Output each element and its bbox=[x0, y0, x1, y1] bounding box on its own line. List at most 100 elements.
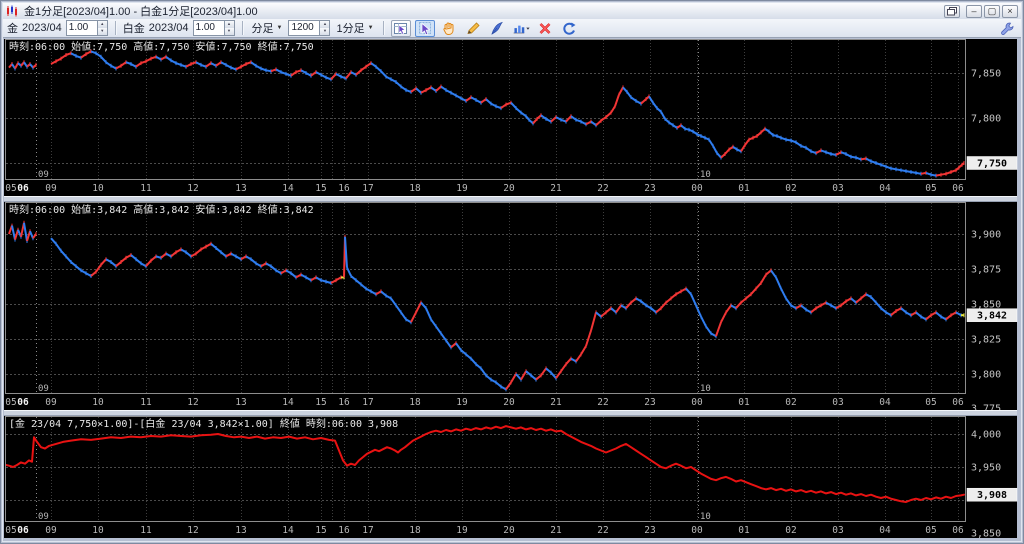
x-axis-label: 20 bbox=[503, 397, 515, 408]
panel-info-line: 時刻:06:00 始値:7,750 高値:7,750 安値:7,750 終値:7… bbox=[9, 40, 314, 53]
x-axis-label: 03 bbox=[832, 397, 843, 408]
x-axis-label: 01 bbox=[738, 397, 750, 408]
delete-x-button[interactable] bbox=[535, 20, 555, 37]
minimize-button[interactable]: – bbox=[966, 4, 982, 18]
pencil-button[interactable] bbox=[463, 20, 483, 37]
platinum-multiplier-spinner[interactable]: 1.00 ▲ ▼ bbox=[192, 20, 235, 36]
title-bar[interactable]: 金1分足[2023/04]1.00 - 白金1分足[2023/04]1.00 –… bbox=[3, 3, 1021, 19]
wrench-settings-button[interactable] bbox=[997, 20, 1017, 37]
candle-segment bbox=[910, 171, 917, 174]
toolbar-separator bbox=[114, 21, 116, 35]
x-axis-label: 06 bbox=[17, 525, 29, 536]
platinum-label: 白金 bbox=[122, 23, 145, 35]
x-axis-label: 05 bbox=[5, 525, 16, 536]
x-axis-label: 14 bbox=[282, 525, 294, 536]
x-axis-label: 12 bbox=[187, 397, 198, 408]
x-axis-label: 01 bbox=[738, 525, 750, 536]
y-axis-label: 4,000 bbox=[971, 430, 1001, 441]
x-axis-label: 06 bbox=[952, 397, 964, 408]
maximize-button[interactable]: ▢ bbox=[984, 4, 1000, 18]
x-axis-label: 02 bbox=[785, 525, 796, 536]
x-axis-label: 21 bbox=[550, 183, 562, 194]
delete-x-icon bbox=[539, 22, 550, 34]
x-axis-label: 20 bbox=[503, 525, 515, 536]
x-axis-label: 00 bbox=[691, 525, 703, 536]
pan-hand-button[interactable] bbox=[439, 20, 459, 37]
candle-segment bbox=[935, 173, 942, 177]
x-axis-label: 15 bbox=[315, 183, 326, 194]
refresh-icon bbox=[562, 22, 576, 35]
candle-segment bbox=[830, 153, 837, 156]
app-window: 金1分足[2023/04]1.00 - 白金1分足[2023/04]1.00 –… bbox=[0, 0, 1024, 544]
x-axis-label: 22 bbox=[597, 525, 608, 536]
x-axis-label: 05 bbox=[5, 183, 16, 194]
new-window-stack-button[interactable] bbox=[944, 4, 960, 18]
chart-pointer-icon bbox=[393, 22, 407, 35]
x-axis-label: 23 bbox=[644, 397, 655, 408]
close-button[interactable]: × bbox=[1002, 4, 1018, 18]
y-axis-label: 3,825 bbox=[971, 335, 1001, 346]
x-axis-label: 12 bbox=[187, 525, 198, 536]
day-label: 09 bbox=[38, 170, 49, 180]
price-badge-value: 3,908 bbox=[977, 490, 1007, 501]
panel-info-line: [金 23/04 7,750×1.00]-[白金 23/04 3,842×1.0… bbox=[9, 417, 398, 430]
x-axis-label: 13 bbox=[235, 183, 246, 194]
gold-multiplier-value: 1.00 bbox=[68, 22, 89, 33]
quill-pen-button[interactable] bbox=[487, 20, 507, 37]
x-axis-label: 16 bbox=[338, 397, 350, 408]
chevron-down-icon: ▼ bbox=[367, 25, 374, 31]
y-axis-label: 3,800 bbox=[971, 370, 1001, 381]
bar-count-spinner[interactable]: 1200 ▲ ▼ bbox=[288, 20, 331, 36]
candle-segment bbox=[860, 157, 867, 161]
x-axis-label: 23 bbox=[644, 525, 655, 536]
toolbar-separator bbox=[241, 21, 243, 35]
y-axis-label: 3,900 bbox=[971, 230, 1001, 241]
x-axis-label: 15 bbox=[315, 525, 326, 536]
x-axis-label: 23 bbox=[644, 183, 655, 194]
x-axis-label: 04 bbox=[879, 183, 891, 194]
platinum-contract-month: 2023/04 bbox=[148, 22, 189, 34]
x-axis-label: 21 bbox=[550, 397, 562, 408]
candle-segment bbox=[895, 168, 902, 172]
x-axis-label: 02 bbox=[785, 397, 796, 408]
x-axis-label: 05 bbox=[5, 397, 16, 408]
panel-splitter[interactable] bbox=[4, 196, 1017, 202]
candle-segment bbox=[325, 280, 332, 284]
timeframe-dropdown-label: 1分足 bbox=[336, 23, 365, 35]
x-axis-label: 03 bbox=[832, 525, 843, 536]
refresh-button[interactable] bbox=[559, 20, 579, 37]
chart-pointer-button[interactable] bbox=[390, 19, 411, 37]
day-label: 10 bbox=[700, 512, 711, 522]
chevron-down-icon: ▼ bbox=[276, 25, 283, 31]
platinum-multiplier-value: 1.00 bbox=[195, 22, 215, 33]
period-dropdown[interactable]: 分足 ▼ bbox=[250, 20, 285, 36]
window-title: 金1分足[2023/04]1.00 - 白金1分足[2023/04]1.00 bbox=[24, 6, 258, 18]
x-axis-label: 10 bbox=[92, 525, 104, 536]
platinum-multiplier-spin-buttons[interactable]: ▲ ▼ bbox=[223, 21, 234, 35]
y-axis-label: 3,950 bbox=[971, 463, 1001, 474]
x-axis-label: 15 bbox=[315, 397, 326, 408]
x-axis-label: 09 bbox=[45, 183, 57, 194]
bar-count-spin-buttons[interactable]: ▲ ▼ bbox=[319, 21, 330, 35]
timeframe-dropdown[interactable]: 1分足 ▼ bbox=[334, 20, 375, 36]
candle-segment bbox=[920, 171, 927, 175]
candle-segment bbox=[684, 127, 690, 131]
x-axis-label: 17 bbox=[362, 183, 373, 194]
candle-segment bbox=[850, 155, 857, 159]
select-arrow-button[interactable] bbox=[414, 19, 435, 37]
x-axis-label: 05 bbox=[925, 525, 936, 536]
gold-multiplier-spinner[interactable]: 1.00 ▲ ▼ bbox=[65, 20, 108, 36]
gold-multiplier-spin-buttons[interactable]: ▲ ▼ bbox=[96, 21, 107, 35]
chart-client-background bbox=[4, 39, 1017, 538]
x-axis-label: 12 bbox=[187, 183, 198, 194]
price-badge-value: 7,750 bbox=[977, 159, 1007, 170]
chart-area[interactable]: 09 107,8507,8007,75005 06 09 10 11 12 13 14 15 16 1… bbox=[1, 38, 1024, 538]
x-axis-label: 14 bbox=[282, 397, 294, 408]
bar-chart-button[interactable] bbox=[511, 20, 531, 37]
x-axis-label: 11 bbox=[140, 525, 152, 536]
y-axis-label: 3,850 bbox=[971, 529, 1001, 539]
panel-splitter[interactable] bbox=[4, 410, 1017, 416]
x-axis-label: 02 bbox=[785, 183, 796, 194]
toolbar: 金 2023/04 1.00 ▲ ▼ 白金 2023/04 1.00 ▲ ▼ 分足 … bbox=[3, 19, 1021, 38]
x-axis-label: 11 bbox=[140, 397, 152, 408]
